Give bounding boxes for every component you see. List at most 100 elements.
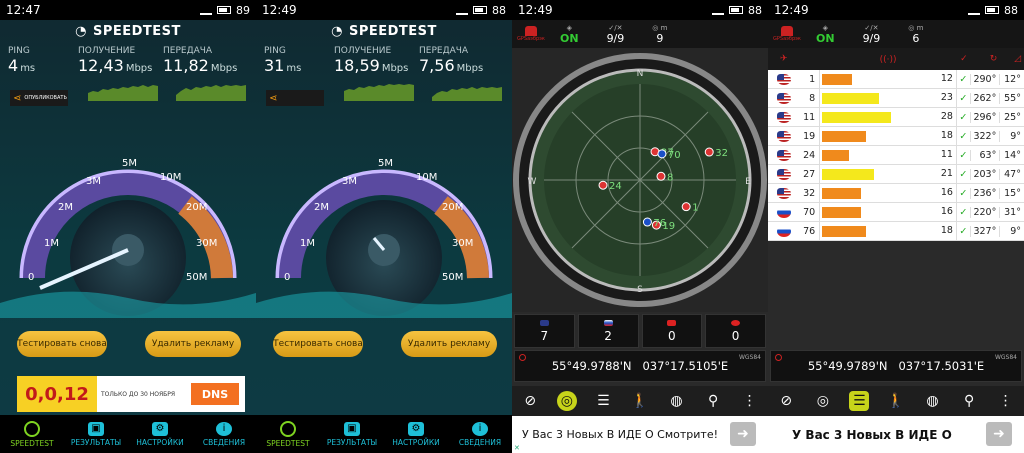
sat-id: 24 — [803, 149, 816, 161]
map-pin-icon[interactable]: ⚲ — [703, 391, 723, 411]
longitude: 037°17.5031'E — [898, 359, 985, 373]
radar-icon[interactable]: ◎ — [556, 391, 577, 411]
used-check-icon: ✓ — [957, 168, 971, 180]
upload-label: ПЕРЕДАЧА — [419, 46, 469, 56]
gear-icon: ⚙ — [408, 421, 424, 436]
bars-icon[interactable]: ☰ — [849, 391, 870, 411]
status-time: 12:49 — [774, 3, 809, 17]
sat-id: 76 — [803, 225, 816, 237]
accuracy-value: 6 — [912, 31, 920, 45]
compass-s: S — [637, 285, 643, 295]
ad-banner[interactable]: 0,0,12 ТОЛЬКО ДО 30 НОЯБРЯ DNS — [17, 376, 245, 412]
ad-arrow-icon[interactable]: ➜ — [986, 422, 1012, 446]
radar-icon[interactable]: ◎ — [813, 391, 833, 411]
app-header: ◔ SPEEDTEST — [0, 20, 256, 42]
ad-arrow-icon[interactable]: ➜ — [730, 422, 756, 446]
constellation-tiles: 7 2 0 0 — [514, 314, 766, 348]
share-button[interactable]: ⋖ — [266, 90, 324, 106]
status-bar: 12:49 88 — [256, 0, 512, 20]
battery-icon — [985, 6, 999, 14]
snr-bar — [822, 92, 880, 104]
datum-label: WGS84 — [738, 354, 761, 361]
compass-e: E — [745, 177, 751, 187]
sky-radar: 242770 32811976 N E S W — [513, 53, 767, 307]
gps-status-icon: ◈ — [566, 23, 572, 32]
compass-icon[interactable]: ⊘ — [776, 391, 796, 411]
nav-info[interactable]: i СВЕДЕНИЯ — [448, 415, 512, 453]
flag-icon — [776, 206, 791, 218]
table-header: ✈ ((·)) ✓ ↻ ◿ — [768, 48, 1024, 70]
bottom-nav: SPEEDTEST ▣ РЕЗУЛЬТАТЫ ⚙ НАСТРОЙКИ i СВЕДЕН… — [256, 415, 512, 453]
remove-ads-button[interactable]: Удалить рекламу — [401, 331, 497, 357]
snr-bar — [822, 206, 862, 218]
sat-id: 32 — [803, 187, 816, 199]
view-toolbar: ⊘ ◎ ☰ 🚶 ◍ ⚲ ⋮ — [768, 386, 1024, 416]
app-logo: GPSаэбрэк — [772, 26, 802, 42]
table-row: 19 18 ✓ 322° 9° — [768, 126, 1024, 146]
share-button[interactable]: ⋖ ОПУБЛИКОВАТЬ — [10, 90, 68, 106]
radar-area: 24 27 70 32 8 1 19 76 N E S W — [512, 48, 768, 312]
more-menu-icon[interactable]: ⋮ — [740, 391, 760, 411]
nav-info[interactable]: i СВЕДЕНИЯ — [192, 415, 256, 453]
sat-id: 19 — [803, 130, 816, 142]
walk-icon[interactable]: 🚶 — [630, 391, 650, 411]
ad-text: У Вас 3 Новых В ИДЕ О — [792, 427, 952, 442]
tile-beidou: 0 — [641, 314, 703, 348]
location-pin-icon — [519, 354, 526, 361]
compass-w: W — [528, 177, 537, 187]
bars-icon[interactable]: ☰ — [593, 391, 613, 411]
ad-close-icon[interactable]: ✕ — [514, 444, 520, 452]
accuracy-icon: ◎ m — [652, 23, 668, 32]
used-check-icon: ✓ — [957, 73, 971, 85]
flag-icon — [776, 73, 791, 85]
globe-icon[interactable]: ◍ — [667, 391, 687, 411]
ad-banner[interactable]: У Вас 3 Новых В ИДЕ О Смотрите! ➜ ✕ — [512, 416, 768, 453]
download-graph — [344, 84, 414, 101]
nav-results[interactable]: ▣ РЕЗУЛЬТАТЫ — [320, 415, 384, 453]
gauge-tick: 1M — [44, 238, 59, 249]
azimuth-header-icon: ↻ — [989, 54, 998, 64]
sat-id: 1 — [809, 73, 816, 85]
download-graph — [88, 85, 158, 101]
retest-button[interactable]: Тестировать снова — [17, 331, 107, 357]
table-row: 8 23 ✓ 262° 55° — [768, 88, 1024, 108]
ad-text: ТОЛЬКО ДО 30 НОЯБРЯ — [101, 390, 176, 398]
used-header-icon: ✓ — [960, 54, 968, 64]
datum-label: WGS84 — [994, 354, 1017, 361]
more-menu-icon[interactable]: ⋮ — [996, 391, 1016, 411]
snr-value: 16 — [940, 186, 953, 198]
ad-brand-logo: DNS — [191, 383, 239, 405]
globe-icon[interactable]: ◍ — [923, 391, 943, 411]
longitude: 037°17.5105'E — [642, 359, 729, 373]
radar-satellite — [656, 171, 666, 181]
status-bar: 12:47 89 — [0, 0, 256, 20]
gauge-tick: 20M — [442, 202, 463, 213]
retest-button[interactable]: Тестировать снова — [273, 331, 363, 357]
download-value: 18,59 Mbps — [334, 56, 409, 75]
snr-bar — [822, 73, 853, 85]
nav-settings[interactable]: ⚙ НАСТРОЙКИ — [128, 415, 192, 453]
nav-speedtest[interactable]: SPEEDTEST — [256, 415, 320, 453]
sats-count: 9/9 — [606, 31, 625, 45]
status-time: 12:47 — [6, 3, 41, 17]
brand-title: SPEEDTEST — [348, 23, 437, 39]
sat-id: 11 — [803, 111, 816, 123]
used-check-icon: ✓ — [957, 92, 971, 104]
remove-ads-button[interactable]: Удалить рекламу — [145, 331, 241, 357]
gauge-tick: 30M — [196, 238, 217, 249]
gauge-tick: 5M — [378, 158, 393, 169]
satellites-icon: ✓/✕ — [608, 23, 623, 32]
nav-results[interactable]: ▣ РЕЗУЛЬТАТЫ — [64, 415, 128, 453]
snr-bar — [822, 168, 875, 180]
table-row: 32 16 ✓ 236° 15° — [768, 183, 1024, 203]
signal-icon — [712, 6, 724, 15]
walk-icon[interactable]: 🚶 — [886, 391, 906, 411]
compass-icon[interactable]: ⊘ — [520, 391, 540, 411]
map-pin-icon[interactable]: ⚲ — [959, 391, 979, 411]
radar-satellite — [642, 217, 652, 227]
ad-banner[interactable]: У Вас 3 Новых В ИДЕ О ➜ — [768, 416, 1024, 453]
used-check-icon: ✓ — [957, 149, 971, 161]
nav-settings[interactable]: ⚙ НАСТРОЙКИ — [384, 415, 448, 453]
nav-speedtest[interactable]: SPEEDTEST — [0, 415, 64, 453]
gps-radar-panel: 12:49 88 GPSаэбрэк ◈ ON ✓/✕ 9/9 ◎ m9 24 27 7… — [512, 0, 768, 453]
